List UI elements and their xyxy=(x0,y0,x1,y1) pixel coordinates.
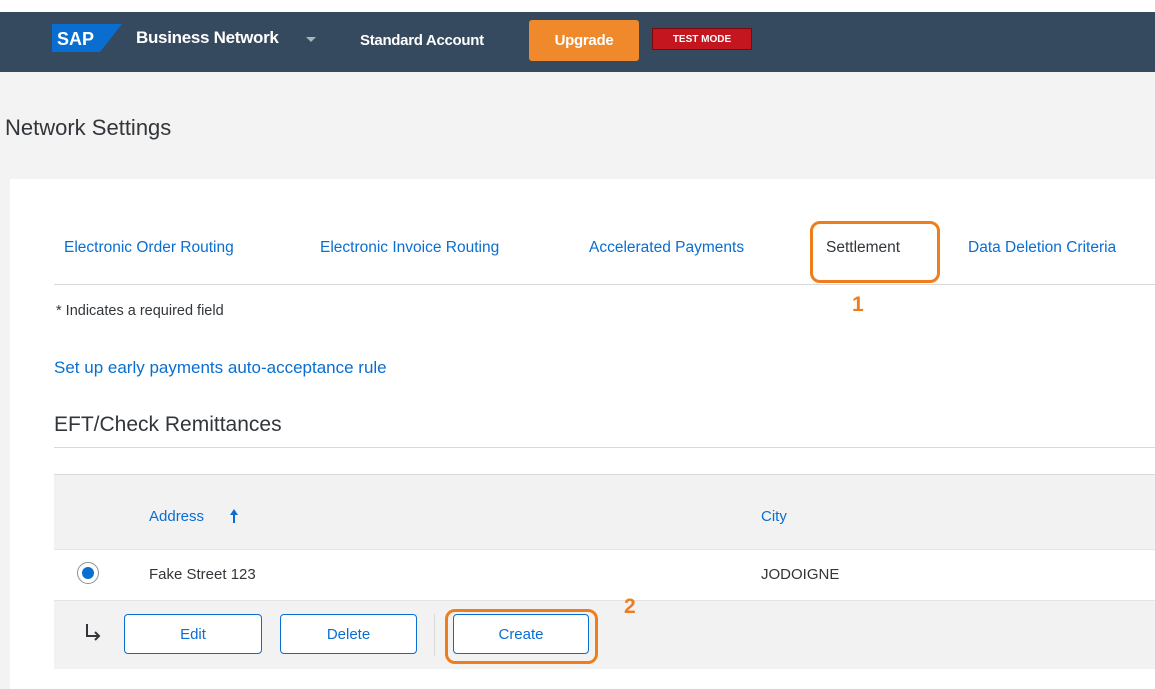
shell-bar: SAP Business Network Standard Account Up… xyxy=(0,12,1155,72)
tab-data-deletion-criteria[interactable]: Data Deletion Criteria xyxy=(968,239,1116,257)
tab-accelerated-payments[interactable]: Accelerated Payments xyxy=(589,239,744,257)
section-divider xyxy=(54,447,1155,448)
column-header-address[interactable]: Address xyxy=(149,508,204,525)
page-header: Network Settings xyxy=(0,72,1155,179)
arrow-up-icon[interactable] xyxy=(229,509,239,523)
section-title: EFT/Check Remittances xyxy=(54,413,282,436)
account-type: Standard Account xyxy=(360,32,484,49)
tab-electronic-order-routing[interactable]: Electronic Order Routing xyxy=(64,239,234,257)
upgrade-button[interactable]: Upgrade xyxy=(529,20,639,61)
cell-city: JODOIGNE xyxy=(761,566,840,583)
tab-electronic-invoice-routing[interactable]: Electronic Invoice Routing xyxy=(320,239,499,257)
create-highlight-box xyxy=(445,609,598,664)
row-actions-bar: Edit Delete Create xyxy=(54,601,1155,669)
top-strip xyxy=(0,0,1155,12)
settlement-highlight-box xyxy=(810,221,940,283)
callout-number-2: 2 xyxy=(624,595,636,618)
cell-address: Fake Street 123 xyxy=(149,566,256,583)
table-row[interactable]: Fake Street 123 JODOIGNE xyxy=(54,549,1155,601)
settings-tabs: Electronic Order Routing Electronic Invo… xyxy=(0,179,1155,285)
delete-button[interactable]: Delete xyxy=(280,614,417,654)
sap-logo-text: SAP xyxy=(57,29,94,49)
brand-name[interactable]: Business Network xyxy=(136,28,279,48)
edit-button[interactable]: Edit xyxy=(124,614,262,654)
early-payments-link[interactable]: Set up early payments auto-acceptance ru… xyxy=(54,358,387,378)
action-separator xyxy=(434,614,435,656)
page-title: Network Settings xyxy=(5,115,172,140)
sap-logo[interactable]: SAP xyxy=(52,24,122,52)
row-radio-selected[interactable] xyxy=(77,562,99,584)
required-field-note: * Indicates a required field xyxy=(56,303,224,319)
callout-number-1: 1 xyxy=(852,293,864,316)
tabs-divider xyxy=(54,284,1155,285)
table-header: Address City xyxy=(54,474,1155,549)
return-arrow-icon xyxy=(86,624,101,641)
column-header-city[interactable]: City xyxy=(761,508,787,525)
chevron-down-icon[interactable] xyxy=(306,34,316,44)
test-mode-badge: TEST MODE xyxy=(652,28,752,50)
